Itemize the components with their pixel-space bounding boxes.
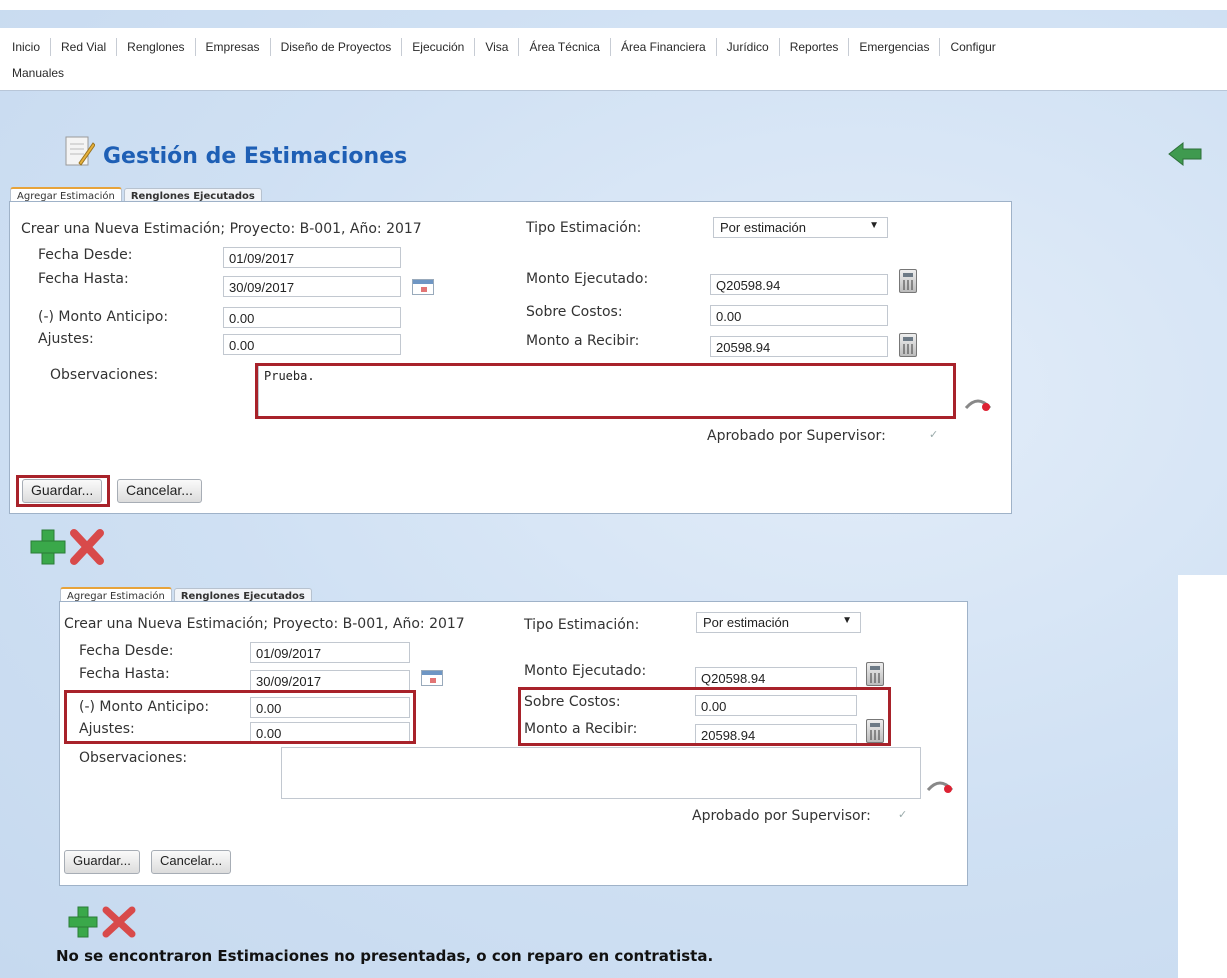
menu-item-red-vial[interactable]: Red Vial (51, 38, 118, 56)
cancel-button[interactable]: Cancelar... (117, 479, 202, 503)
aprobado-checkbox[interactable]: ✓ (929, 428, 938, 441)
top-edge (0, 0, 1227, 10)
right-edge (1178, 575, 1227, 978)
menu-item-area-tecnica[interactable]: Área Técnica (519, 38, 611, 56)
calendar-icon[interactable] (421, 670, 443, 686)
observaciones-textarea[interactable] (281, 747, 921, 799)
form-panel-1 (9, 201, 1012, 514)
calendar-icon[interactable] (412, 279, 434, 295)
dropdown-arrow-icon: ▼ (869, 220, 879, 231)
phone-icon[interactable] (964, 394, 992, 412)
tipo-estimacion-value: Por estimación (703, 615, 789, 630)
monto-recibir-label: Monto a Recibir: (526, 333, 640, 349)
aprobado-checkbox[interactable]: ✓ (898, 808, 907, 821)
form-heading: Crear una Nueva Estimación; Proyecto: B-… (64, 616, 465, 632)
menu-item-visa[interactable]: Visa (475, 38, 520, 56)
menu-item-ejecucion[interactable]: Ejecución (402, 38, 476, 56)
remove-icon (70, 529, 104, 565)
monto-anticipo-input[interactable]: 0.00 (223, 307, 401, 328)
monto-ejecutado-input[interactable]: Q20598.94 (695, 667, 857, 688)
save-button[interactable]: Guardar... (64, 850, 140, 874)
cancel-button[interactable]: Cancelar... (151, 850, 232, 874)
page-title: Gestión de Estimaciones (103, 144, 408, 169)
ajustes-label: Ajustes: (38, 331, 94, 347)
fecha-hasta-label: Fecha Hasta: (38, 271, 129, 287)
no-results-message: No se encontraron Estimaciones no presen… (56, 947, 714, 965)
fecha-desde-input[interactable]: 01/09/2017 (250, 642, 410, 663)
menu-item-configuracion[interactable]: Configur (940, 38, 1005, 56)
highlight-sobre-recibir (518, 687, 891, 746)
tipo-estimacion-label: Tipo Estimación: (526, 220, 642, 236)
menu-item-area-financiera[interactable]: Área Financiera (611, 38, 717, 56)
highlight-save-button (16, 475, 110, 507)
back-arrow-icon[interactable] (1167, 140, 1203, 168)
aprobado-supervisor-label: Aprobado por Supervisor: (707, 428, 886, 444)
fecha-desde-label: Fecha Desde: (79, 643, 174, 659)
monto-ejecutado-label: Monto Ejecutado: (524, 663, 647, 679)
add-remove-icons (68, 906, 136, 938)
menu-row: Inicio Red Vial Renglones Empresas Diseño de… (10, 36, 1006, 56)
phone-icon[interactable] (926, 776, 954, 794)
fecha-desde-input[interactable]: 01/09/2017 (223, 247, 401, 268)
monto-ejecutado-label: Monto Ejecutado: (526, 271, 649, 287)
tipo-estimacion-value: Por estimación (720, 220, 806, 235)
ajustes-input[interactable]: 0.00 (223, 334, 401, 355)
calculator-icon[interactable] (866, 662, 884, 686)
sobre-costos-input[interactable]: 0.00 (710, 305, 888, 326)
menu-item-emergencias[interactable]: Emergencias (849, 38, 941, 56)
menu-item-juridico[interactable]: Jurídico (717, 38, 780, 56)
highlight-observaciones (255, 363, 956, 419)
tipo-estimacion-label: Tipo Estimación: (524, 617, 640, 633)
menu-item-inicio[interactable]: Inicio (10, 38, 52, 56)
tipo-estimacion-select[interactable]: Por estimación ▼ (696, 612, 861, 633)
menu-item-empresas[interactable]: Empresas (196, 38, 271, 56)
menu-item-reportes[interactable]: Reportes (780, 38, 850, 56)
observaciones-label: Observaciones: (50, 367, 159, 383)
monto-recibir-input[interactable]: 20598.94 (710, 336, 888, 357)
menu-item-manuales[interactable]: Manuales (12, 64, 74, 82)
highlight-anticipo-ajustes (64, 690, 416, 744)
form-heading: Crear una Nueva Estimación; Proyecto: B-… (21, 221, 422, 237)
calculator-icon[interactable] (899, 333, 917, 357)
fecha-hasta-input[interactable]: 30/09/2017 (223, 276, 401, 297)
tipo-estimacion-select[interactable]: Por estimación ▼ (713, 217, 888, 238)
calculator-icon[interactable] (899, 269, 917, 293)
add-remove-icons (30, 529, 104, 565)
monto-ejecutado-input[interactable]: Q20598.94 (710, 274, 888, 295)
monto-anticipo-label: (-) Monto Anticipo: (38, 309, 169, 325)
sobre-costos-label: Sobre Costos: (526, 304, 623, 320)
fecha-hasta-label: Fecha Hasta: (79, 666, 170, 682)
remove-icon (102, 906, 136, 938)
add-icon (30, 529, 66, 565)
menu-item-diseno-proyectos[interactable]: Diseño de Proyectos (271, 38, 403, 56)
menu-item-renglones[interactable]: Renglones (117, 38, 196, 56)
main-menu-bar: Inicio Red Vial Renglones Empresas Diseño de… (0, 28, 1227, 91)
fecha-desde-label: Fecha Desde: (38, 247, 133, 263)
fecha-hasta-input[interactable]: 30/09/2017 (250, 670, 410, 691)
observaciones-label: Observaciones: (79, 750, 188, 766)
add-icon (68, 906, 98, 938)
dropdown-arrow-icon: ▼ (842, 615, 852, 626)
notepad-icon (65, 136, 95, 166)
aprobado-supervisor-label: Aprobado por Supervisor: (692, 808, 871, 824)
